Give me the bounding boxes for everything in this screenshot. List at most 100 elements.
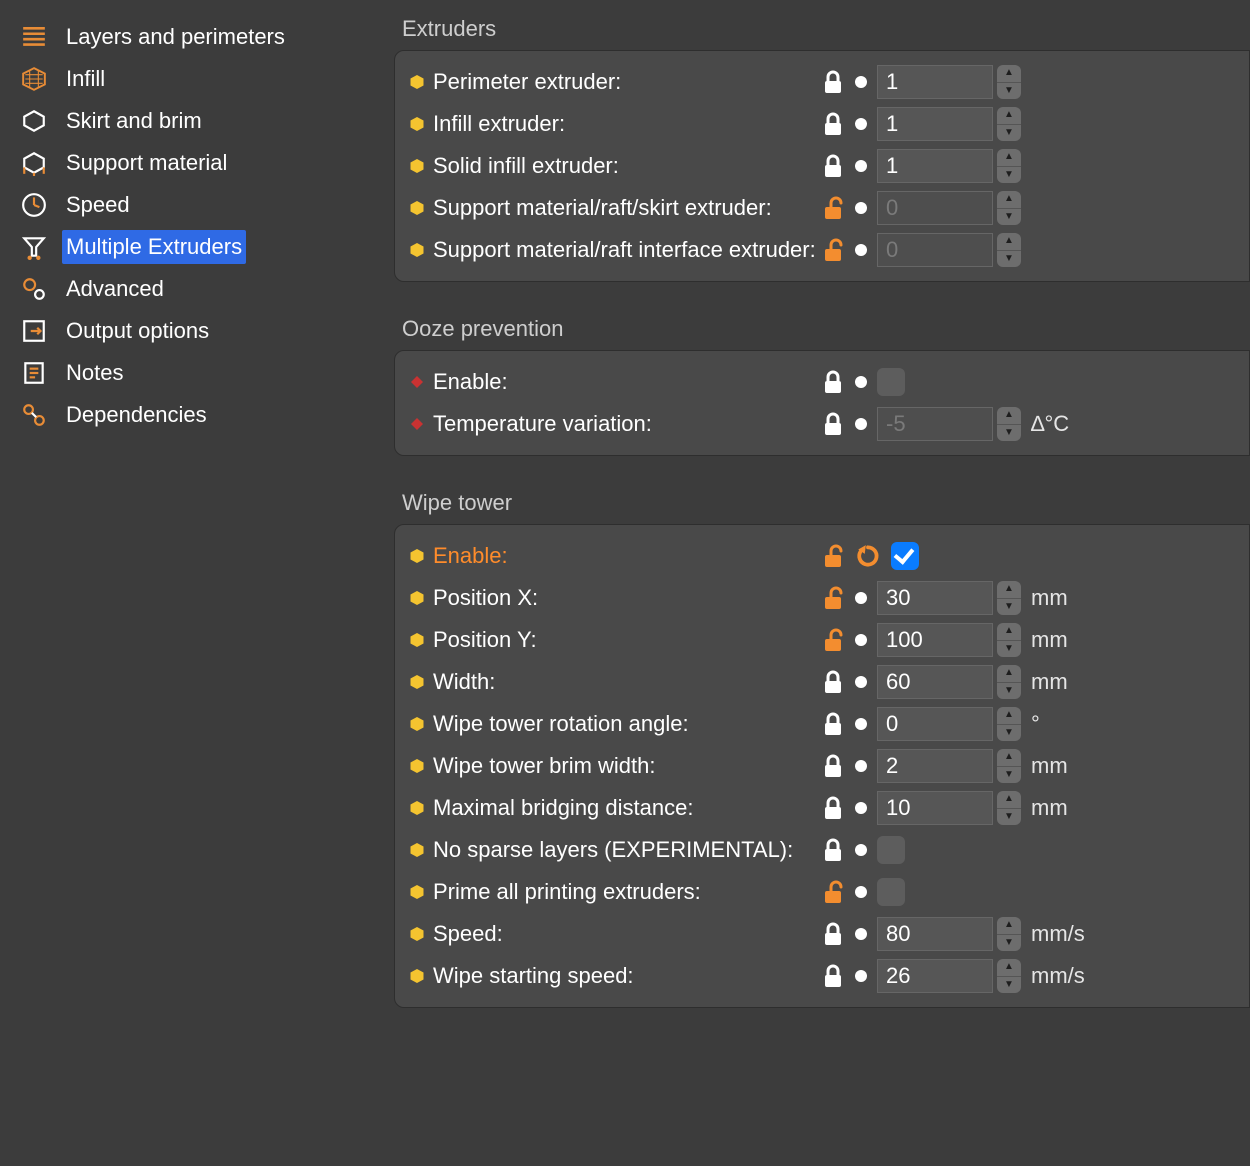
number-input[interactable] <box>877 749 993 783</box>
spinner[interactable]: ▲▼ <box>997 233 1021 267</box>
spinner-up[interactable]: ▲ <box>997 191 1021 209</box>
spinner[interactable]: ▲▼ <box>997 707 1021 741</box>
spinner-up[interactable]: ▲ <box>997 749 1021 767</box>
lock-open-icon[interactable] <box>821 879 845 905</box>
checkbox[interactable] <box>877 878 905 906</box>
spinner-up[interactable]: ▲ <box>997 917 1021 935</box>
lock-icon[interactable] <box>821 837 845 863</box>
number-input[interactable] <box>877 233 993 267</box>
spinner-up[interactable]: ▲ <box>997 665 1021 683</box>
lock-icon[interactable] <box>821 921 845 947</box>
unit-label: mm <box>1031 585 1085 611</box>
spinner-down[interactable]: ▼ <box>997 725 1021 742</box>
number-input[interactable] <box>877 665 993 699</box>
lock-open-icon[interactable] <box>821 585 845 611</box>
number-field: ▲▼ <box>877 149 1021 183</box>
number-input[interactable] <box>877 65 993 99</box>
reset-icon[interactable] <box>855 543 881 569</box>
lock-icon[interactable] <box>821 69 845 95</box>
sidebar-item-notes[interactable]: Notes <box>0 352 390 394</box>
spinner-down[interactable]: ▼ <box>997 935 1021 952</box>
number-input[interactable] <box>877 959 993 993</box>
number-input[interactable] <box>877 707 993 741</box>
number-input[interactable] <box>877 191 993 225</box>
setting-controls: ▲▼ <box>821 233 1245 267</box>
spinner-up[interactable]: ▲ <box>997 407 1021 425</box>
spinner-down[interactable]: ▼ <box>997 167 1021 184</box>
setting-row: Speed:▲▼mm/s <box>395 913 1249 955</box>
number-field: ▲▼ <box>877 707 1021 741</box>
spinner-down[interactable]: ▼ <box>997 209 1021 226</box>
number-input[interactable] <box>877 917 993 951</box>
lock-open-icon[interactable] <box>821 195 845 221</box>
sidebar-item-skirt[interactable]: Skirt and brim <box>0 100 390 142</box>
setting-controls: ▲▼∆°C <box>821 407 1245 441</box>
number-input[interactable] <box>877 581 993 615</box>
sidebar-item-multiple-extruders[interactable]: Multiple Extruders <box>0 226 390 268</box>
spinner-up[interactable]: ▲ <box>997 581 1021 599</box>
spinner-down[interactable]: ▼ <box>997 599 1021 616</box>
setting-row: Support material/raft interface extruder… <box>395 229 1249 271</box>
lock-open-icon[interactable] <box>821 543 845 569</box>
spinner-down[interactable]: ▼ <box>997 809 1021 826</box>
number-input[interactable] <box>877 623 993 657</box>
spinner[interactable]: ▲▼ <box>997 581 1021 615</box>
setting-controls: ▲▼mm <box>821 623 1245 657</box>
spinner-up[interactable]: ▲ <box>997 149 1021 167</box>
spinner-down[interactable]: ▼ <box>997 83 1021 100</box>
spinner-up[interactable]: ▲ <box>997 65 1021 83</box>
spinner[interactable]: ▲▼ <box>997 191 1021 225</box>
lock-icon[interactable] <box>821 711 845 737</box>
lock-icon[interactable] <box>821 963 845 989</box>
spinner[interactable]: ▲▼ <box>997 959 1021 993</box>
spinner-up[interactable]: ▲ <box>997 623 1021 641</box>
spinner[interactable]: ▲▼ <box>997 107 1021 141</box>
spinner[interactable]: ▲▼ <box>997 917 1021 951</box>
spinner[interactable]: ▲▼ <box>997 623 1021 657</box>
lock-open-icon[interactable] <box>821 237 845 263</box>
lock-icon[interactable] <box>821 669 845 695</box>
spinner-up[interactable]: ▲ <box>997 959 1021 977</box>
sidebar-item-speed[interactable]: Speed <box>0 184 390 226</box>
lock-icon[interactable] <box>821 795 845 821</box>
checkbox[interactable] <box>891 542 919 570</box>
number-input[interactable] <box>877 791 993 825</box>
spinner[interactable]: ▲▼ <box>997 149 1021 183</box>
spinner[interactable]: ▲▼ <box>997 749 1021 783</box>
spinner-up[interactable]: ▲ <box>997 707 1021 725</box>
spinner[interactable]: ▲▼ <box>997 665 1021 699</box>
spinner[interactable]: ▲▼ <box>997 791 1021 825</box>
checkbox[interactable] <box>877 368 905 396</box>
spinner-up[interactable]: ▲ <box>997 107 1021 125</box>
sidebar-item-label: Infill <box>62 62 109 96</box>
spinner[interactable]: ▲▼ <box>997 407 1021 441</box>
number-input[interactable] <box>877 407 993 441</box>
number-input[interactable] <box>877 149 993 183</box>
sidebar-item-layers[interactable]: Layers and perimeters <box>0 16 390 58</box>
spinner-down[interactable]: ▼ <box>997 125 1021 142</box>
main-content: Extruders Perimeter extruder:▲▼Infill ex… <box>390 0 1250 1166</box>
number-input[interactable] <box>877 107 993 141</box>
sidebar-item-infill[interactable]: Infill <box>0 58 390 100</box>
lock-icon[interactable] <box>821 411 845 437</box>
sidebar-item-output[interactable]: Output options <box>0 310 390 352</box>
sidebar-item-advanced[interactable]: Advanced <box>0 268 390 310</box>
unit-label: mm <box>1031 795 1085 821</box>
spinner-down[interactable]: ▼ <box>997 425 1021 442</box>
sidebar-item-dependencies[interactable]: Dependencies <box>0 394 390 436</box>
spinner-down[interactable]: ▼ <box>997 251 1021 268</box>
sidebar-item-support[interactable]: Support material <box>0 142 390 184</box>
spinner-down[interactable]: ▼ <box>997 767 1021 784</box>
spinner-down[interactable]: ▼ <box>997 641 1021 658</box>
lock-icon[interactable] <box>821 153 845 179</box>
lock-open-icon[interactable] <box>821 627 845 653</box>
lock-icon[interactable] <box>821 369 845 395</box>
lock-icon[interactable] <box>821 111 845 137</box>
checkbox[interactable] <box>877 836 905 864</box>
spinner-down[interactable]: ▼ <box>997 683 1021 700</box>
spinner-up[interactable]: ▲ <box>997 791 1021 809</box>
spinner-up[interactable]: ▲ <box>997 233 1021 251</box>
spinner[interactable]: ▲▼ <box>997 65 1021 99</box>
lock-icon[interactable] <box>821 753 845 779</box>
spinner-down[interactable]: ▼ <box>997 977 1021 994</box>
